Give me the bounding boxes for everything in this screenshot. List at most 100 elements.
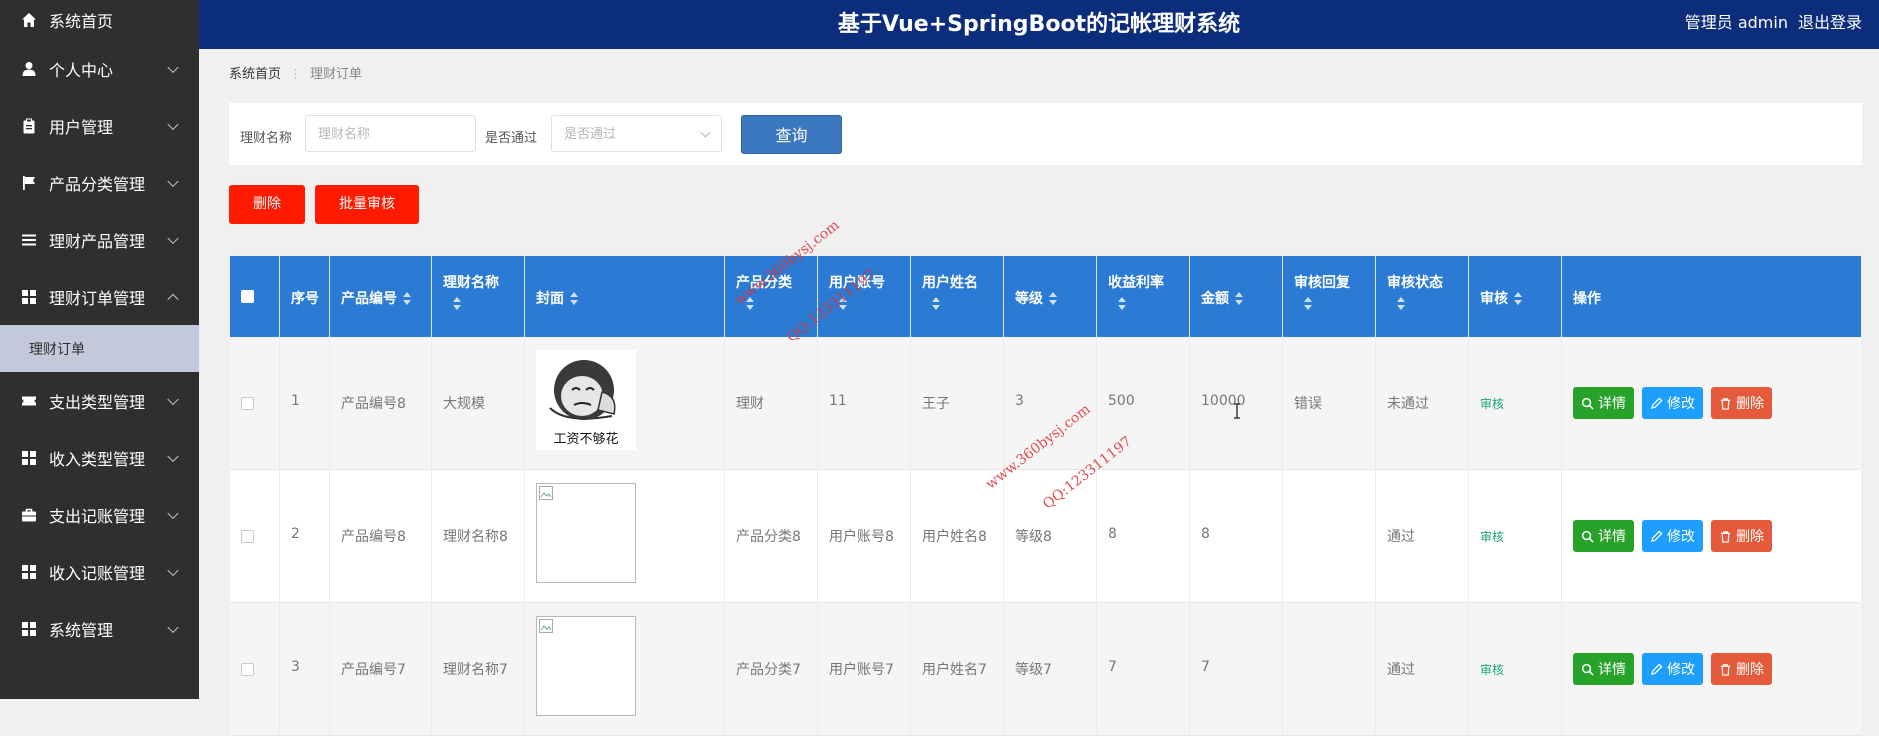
row-delete-button[interactable]: 删除	[1711, 520, 1772, 552]
cell-value: 用户姓名7	[922, 662, 987, 678]
cell-value: 错误	[1294, 396, 1322, 412]
cell-user-name: 用户姓名7	[911, 603, 1004, 735]
header-user-name[interactable]: 用户姓名	[911, 256, 1004, 337]
sidebar-item-finance-order[interactable]: 理财订单管理	[0, 268, 199, 325]
detail-button[interactable]: 详情	[1573, 387, 1634, 419]
delete-button[interactable]: 删除	[229, 185, 305, 224]
cell-value: 理财	[736, 396, 764, 412]
cell-reply: 错误	[1283, 337, 1376, 469]
cell-value: 产品编号8	[341, 396, 406, 412]
current-user: 管理员 admin	[1684, 13, 1788, 32]
edit-label: 修改	[1667, 396, 1695, 412]
name-label: 理财名称	[240, 131, 293, 146]
cell-status: 通过	[1376, 603, 1469, 735]
batch-review-button[interactable]: 批量审核	[315, 185, 419, 224]
detail-button[interactable]: 详情	[1573, 520, 1634, 552]
cover-image[interactable]: 工资不够花	[536, 350, 636, 450]
cell-category: 产品分类7	[725, 603, 818, 735]
sidebar-item-system[interactable]: 系统管理	[0, 600, 199, 657]
sidebar-item-product-category[interactable]: 产品分类管理	[0, 154, 199, 211]
header-product-no[interactable]: 产品编号	[330, 256, 432, 337]
chevron-down-icon	[700, 127, 711, 138]
grid-icon	[21, 289, 37, 305]
row-delete-button[interactable]: 删除	[1711, 387, 1772, 419]
sidebar-subitem-label: 理财订单	[29, 341, 85, 358]
sidebar-item-label: 理财产品管理	[49, 231, 146, 251]
cell-value: 产品分类8	[736, 529, 801, 545]
breadcrumb-home[interactable]: 系统首页	[229, 67, 281, 82]
cell-select	[230, 470, 280, 602]
edit-label: 修改	[1667, 529, 1695, 545]
broken-image[interactable]	[536, 616, 636, 716]
edit-button[interactable]: 修改	[1642, 653, 1703, 685]
edit-button[interactable]: 修改	[1642, 520, 1703, 552]
delete-label: 删除	[1736, 662, 1764, 678]
query-button[interactable]: 查询	[741, 115, 842, 154]
sidebar-item-income-records[interactable]: 收入记账管理	[0, 543, 199, 600]
select-all-checkbox[interactable]	[241, 290, 254, 303]
search-icon	[1581, 530, 1594, 543]
header-name[interactable]: 理财名称	[432, 256, 525, 337]
sidebar-item-label: 支出类型管理	[49, 392, 146, 412]
header-level[interactable]: 等级	[1004, 256, 1097, 337]
header-label: 用户姓名	[922, 275, 978, 291]
ticket-icon	[21, 393, 37, 409]
chevron-down-icon	[167, 507, 179, 519]
header-review[interactable]: 审核	[1469, 256, 1562, 337]
header-cover[interactable]: 封面	[525, 256, 725, 337]
header-label: 序号	[291, 291, 319, 307]
cell-value: 产品编号8	[341, 529, 406, 545]
logout-link[interactable]: 退出登录	[1798, 13, 1862, 32]
cell-value: 理财名称8	[443, 529, 508, 545]
user-icon	[21, 61, 37, 77]
sidebar-item-home[interactable]: 系统首页	[0, 0, 199, 40]
cell-product-no: 产品编号8	[330, 337, 432, 469]
cell-review: 审核	[1469, 337, 1562, 469]
pass-select[interactable]: 是否通过	[551, 115, 722, 152]
review-link[interactable]: 审核	[1480, 661, 1504, 678]
sidebar-item-users[interactable]: 用户管理	[0, 97, 199, 154]
chevron-down-icon	[167, 118, 179, 130]
row-delete-button[interactable]: 删除	[1711, 653, 1772, 685]
header-status[interactable]: 审核状态	[1376, 256, 1469, 337]
app-title: 基于Vue+SpringBoot的记帐理财系统	[837, 12, 1241, 37]
sidebar-subitem-finance-order[interactable]: 理财订单	[0, 325, 199, 372]
header-label: 操作	[1573, 291, 1601, 307]
sidebar-item-label: 用户管理	[49, 117, 114, 137]
cell-ops: 详情 修改 删除	[1562, 603, 1861, 735]
sidebar-item-expense-type[interactable]: 支出类型管理	[0, 372, 199, 429]
sidebar-item-finance-product[interactable]: 理财产品管理	[0, 211, 199, 268]
edit-button[interactable]: 修改	[1642, 387, 1703, 419]
grid-icon	[21, 450, 37, 466]
header-rate[interactable]: 收益利率	[1097, 256, 1190, 337]
sidebar-item-income-type[interactable]: 收入类型管理	[0, 429, 199, 486]
chevron-down-icon	[167, 175, 179, 187]
row-checkbox[interactable]	[241, 663, 254, 676]
search-icon	[1581, 397, 1594, 410]
cell-value: 1	[291, 393, 300, 409]
cell-value: 用户姓名8	[922, 529, 987, 545]
header-label: 审核回复	[1294, 275, 1350, 291]
header-amount[interactable]: 金额	[1190, 256, 1283, 337]
sidebar-item-expense-records[interactable]: 支出记账管理	[0, 486, 199, 543]
chevron-up-icon	[167, 293, 179, 305]
name-input[interactable]: 理财名称	[305, 115, 476, 152]
sidebar-item-personal[interactable]: 个人中心	[0, 40, 199, 97]
cell-value: 通过	[1387, 662, 1415, 678]
trash-icon	[1720, 663, 1731, 676]
sidebar-item-label: 系统首页	[49, 12, 114, 31]
cell-value: 理财名称7	[443, 662, 508, 678]
header-select	[230, 256, 280, 337]
trash-icon	[1720, 397, 1731, 410]
review-link[interactable]: 审核	[1480, 395, 1504, 412]
review-link[interactable]: 审核	[1480, 528, 1504, 545]
header-index: 序号	[280, 256, 330, 337]
header-text: 封面	[536, 291, 564, 307]
row-checkbox[interactable]	[241, 530, 254, 543]
row-checkbox[interactable]	[241, 397, 254, 410]
header-reply[interactable]: 审核回复	[1283, 256, 1376, 337]
detail-button[interactable]: 详情	[1573, 653, 1634, 685]
broken-image[interactable]	[536, 483, 636, 583]
top-header: 基于Vue+SpringBoot的记帐理财系统 管理员 admin 退出登录	[199, 0, 1879, 49]
cell-value: 500	[1108, 393, 1135, 409]
